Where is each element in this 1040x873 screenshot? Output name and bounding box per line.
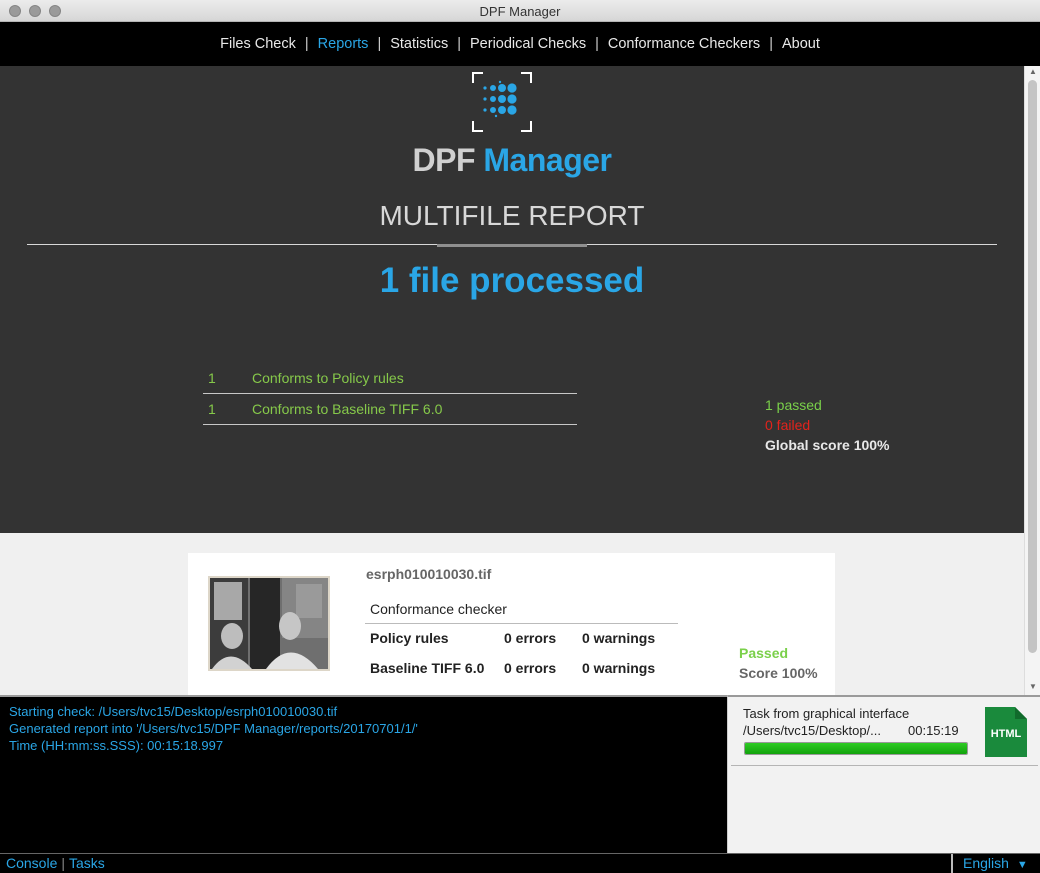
nav-separator: | xyxy=(457,36,462,52)
task-time: 00:15:19 xyxy=(908,723,959,738)
task-item[interactable]: Task from graphical interface /Users/tvc… xyxy=(731,700,1038,766)
checker-name: Policy rules xyxy=(370,630,449,646)
report-title: MULTIFILE REPORT xyxy=(379,200,645,231)
checker-row: Baseline TIFF 6.0 0 errors 0 warnings xyxy=(370,660,690,676)
nav-separator: | xyxy=(769,36,773,52)
file-thumbnail[interactable] xyxy=(208,576,330,671)
nav-conformance-checkers[interactable]: Conformance Checkers xyxy=(608,36,760,52)
language-label: English xyxy=(963,855,1009,871)
conformance-count: 1 xyxy=(208,401,216,417)
tasks-panel: Task from graphical interface /Users/tvc… xyxy=(727,695,1040,853)
conformance-count: 1 xyxy=(208,370,216,386)
file-pass-status: Passed xyxy=(739,645,789,661)
app-brand: DPF Manager xyxy=(0,142,1024,179)
html-report-icon[interactable]: HTML xyxy=(985,707,1027,757)
file-report-card[interactable]: esrph010010030.tif Conformance checker P… xyxy=(188,553,835,695)
tab-console[interactable]: Console xyxy=(6,855,57,871)
conformance-row: 1 Conforms to Policy rules xyxy=(203,363,577,394)
brand-dpf: DPF xyxy=(412,142,476,178)
scrollbar-thumb[interactable] xyxy=(1028,80,1037,653)
nav-files-check[interactable]: Files Check xyxy=(220,36,296,52)
tab-separator: | xyxy=(61,855,66,871)
task-progress-bar xyxy=(744,742,968,755)
chevron-down-icon: ▼ xyxy=(1016,859,1028,871)
file-status: Passed Score 100% xyxy=(739,643,818,683)
status-bar: Console | Tasks English ▼ xyxy=(0,853,1040,873)
task-progress-fill xyxy=(745,743,967,754)
language-selector[interactable]: English ▼ xyxy=(951,854,1040,873)
scroll-up-arrow-icon[interactable]: ▲ xyxy=(1029,67,1037,76)
checker-row: Policy rules 0 errors 0 warnings xyxy=(370,630,690,646)
conformance-label: Conforms to Policy rules xyxy=(252,370,404,386)
photo-thumbnail-image xyxy=(210,578,328,669)
nav-separator: | xyxy=(377,36,382,52)
brand-manager: Manager xyxy=(483,142,612,178)
nav-separator: | xyxy=(304,36,309,52)
report-view[interactable]: DPF Manager MULTIFILE REPORT 1 file proc… xyxy=(0,66,1040,695)
checker-warnings: 0 warnings xyxy=(582,660,656,676)
nav-about[interactable]: About xyxy=(782,36,820,52)
task-title: Task from graphical interface xyxy=(743,706,910,721)
main-nav: Files Check | Reports | Statistics | Per… xyxy=(0,22,1040,66)
tab-tasks[interactable]: Tasks xyxy=(69,855,105,871)
dpf-logo-icon xyxy=(472,72,532,132)
window-title: DPF Manager xyxy=(479,4,561,19)
checker-errors: 0 errors xyxy=(504,660,557,676)
nav-separator: | xyxy=(595,36,599,52)
passed-count: 1 passed xyxy=(765,397,822,413)
console-line: Generated report into '/Users/tvc15/DPF … xyxy=(9,721,418,736)
global-summary: 1 passed 0 failed Global score 100% xyxy=(765,395,890,455)
global-score: Global score 100% xyxy=(765,437,890,453)
bottom-tabs: Console | Tasks xyxy=(6,855,105,871)
task-path: /Users/tvc15/Desktop/... xyxy=(743,723,881,738)
checker-errors: 0 errors xyxy=(504,630,557,646)
window-titlebar: DPF Manager xyxy=(0,0,1040,22)
checker-name: Baseline TIFF 6.0 xyxy=(370,660,485,676)
files-processed-heading: 1 file processed xyxy=(379,261,645,300)
nav-periodical-checks[interactable]: Periodical Checks xyxy=(470,36,586,52)
conformance-summary-table: 1 Conforms to Policy rules 1 Conforms to… xyxy=(203,363,577,425)
conformance-label: Conforms to Baseline TIFF 6.0 xyxy=(252,401,443,417)
checker-warnings: 0 warnings xyxy=(582,630,656,646)
title-divider-accent xyxy=(437,244,587,247)
conformance-row: 1 Conforms to Baseline TIFF 6.0 xyxy=(203,394,577,425)
scroll-down-arrow-icon[interactable]: ▼ xyxy=(1029,682,1037,691)
console-line: Starting check: /Users/tvc15/Desktop/esr… xyxy=(9,704,338,719)
console-line: Time (HH:mm:ss.SSS): 00:15:18.997 xyxy=(9,738,224,753)
html-icon-label: HTML xyxy=(991,728,1022,740)
failed-count: 0 failed xyxy=(765,417,811,433)
nav-statistics[interactable]: Statistics xyxy=(390,36,448,52)
nav-reports[interactable]: Reports xyxy=(318,36,369,52)
vertical-scrollbar[interactable]: ▲ ▼ xyxy=(1024,66,1040,695)
file-name[interactable]: esrph010010030.tif xyxy=(366,566,491,582)
report-header-panel: DPF Manager MULTIFILE REPORT 1 file proc… xyxy=(0,66,1024,533)
console-output[interactable]: Starting check: /Users/tvc15/Desktop/esr… xyxy=(0,695,727,853)
conformance-checker-header: Conformance checker xyxy=(365,594,678,624)
file-score: Score 100% xyxy=(739,665,818,681)
